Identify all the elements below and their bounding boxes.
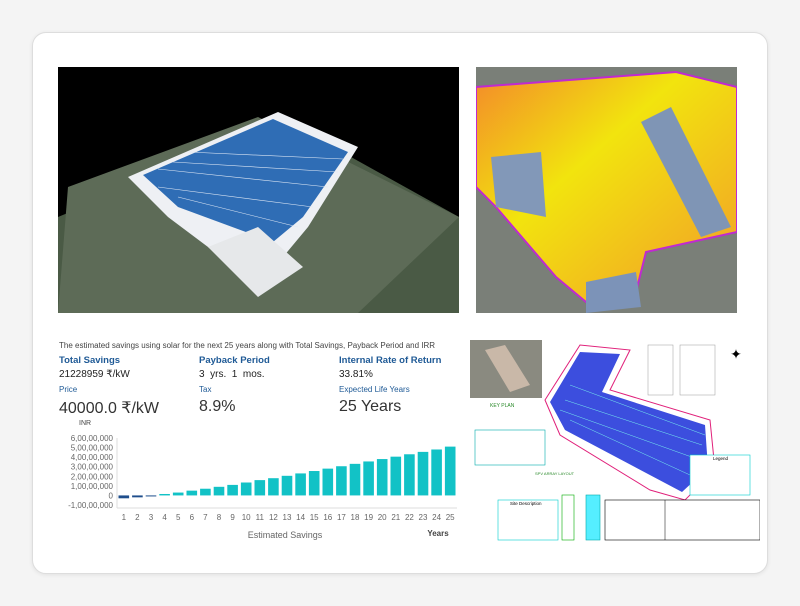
- x-tick-label: 8: [217, 513, 222, 522]
- x-tick-label: 14: [296, 513, 305, 522]
- bar-year-1: [118, 495, 129, 498]
- price-unit: INR: [79, 420, 159, 427]
- bar-year-14: [295, 473, 306, 495]
- x-tick-label: 16: [323, 513, 332, 522]
- x-tick-label: 4: [162, 513, 167, 522]
- compass-icon: ✦: [730, 346, 742, 362]
- x-tick-label: 19: [364, 513, 373, 522]
- x-axis-title: Estimated Savings: [248, 530, 323, 540]
- bar-year-11: [254, 480, 265, 495]
- x-tick-label: 11: [256, 513, 265, 522]
- heatmap-render: [476, 67, 737, 313]
- bar-year-3: [146, 495, 157, 496]
- y-tick-label: 1,00,00,000: [71, 482, 114, 491]
- x-tick-label: 21: [391, 513, 400, 522]
- bar-year-16: [322, 469, 333, 496]
- x-tick-label: 22: [405, 513, 414, 522]
- total-savings-value: 21228959 ₹/kW: [59, 369, 159, 380]
- site-description-label: Site Description: [510, 501, 542, 506]
- bar-year-23: [418, 452, 429, 496]
- life-value: 25 Years: [339, 398, 441, 416]
- y-tick-label: 0: [109, 491, 114, 500]
- x-tick-label: 23: [419, 513, 428, 522]
- y-tick-label: 3,00,00,000: [71, 463, 114, 472]
- y-tick-label: 4,00,00,000: [71, 453, 114, 462]
- irr-block: Internal Rate of Return 33.81% Expected …: [339, 355, 441, 416]
- solar-irradiance-heatmap: [476, 67, 737, 313]
- x-tick-label: 1: [122, 513, 127, 522]
- x-tick-label: 9: [230, 513, 235, 522]
- bar-year-13: [282, 476, 293, 496]
- x-tick-label: 25: [446, 513, 455, 522]
- y-tick-label: -1,00,00,000: [68, 501, 113, 510]
- irr-value: 33.81%: [339, 369, 441, 380]
- rooftop-3d-image: [58, 67, 459, 313]
- x-tick-label: 20: [378, 513, 387, 522]
- rooftop-3d-render: [58, 67, 459, 313]
- price-value: 40000.0 ₹/kW: [59, 398, 159, 418]
- key-plan-label: KEY PLAN: [490, 403, 515, 409]
- x-tick-label: 2: [135, 513, 140, 522]
- x-axis-unit: Years: [427, 529, 449, 538]
- payback-value: 3 yrs. 1 mos.: [199, 369, 270, 380]
- x-tick-label: 24: [432, 513, 441, 522]
- x-tick-label: 13: [283, 513, 292, 522]
- spv-layout-label: SPV ARRAY LAYOUT: [535, 471, 575, 476]
- bar-year-2: [132, 495, 143, 497]
- y-tick-label: 6,00,00,000: [71, 434, 114, 443]
- bar-year-4: [159, 494, 170, 495]
- x-tick-label: 10: [242, 513, 251, 522]
- life-label: Expected Life Years: [339, 385, 441, 394]
- payback-block: Payback Period 3 yrs. 1 mos. Tax 8.9%: [199, 355, 270, 416]
- bar-year-19: [363, 461, 374, 495]
- spv-layout-drawing: KEY PLAN ✦ SPV ARRAY LAYOUT Site Descrip…: [470, 340, 760, 545]
- x-tick-label: 6: [190, 513, 195, 522]
- bar-year-9: [227, 485, 238, 496]
- tax-value: 8.9%: [199, 398, 270, 416]
- bar-year-17: [336, 466, 347, 495]
- tax-label: Tax: [199, 385, 270, 394]
- bar-year-7: [200, 489, 211, 496]
- x-tick-label: 3: [149, 513, 154, 522]
- x-tick-label: 18: [351, 513, 360, 522]
- layout-drawing-render: KEY PLAN ✦ SPV ARRAY LAYOUT Site Descrip…: [470, 340, 760, 545]
- x-tick-label: 17: [337, 513, 346, 522]
- legend-label: Legend: [713, 456, 729, 461]
- y-tick-label: 2,00,00,000: [71, 472, 114, 481]
- y-tick-label: 5,00,00,000: [71, 444, 114, 453]
- irr-label: Internal Rate of Return: [339, 355, 441, 366]
- estimated-savings-chart: 6,00,00,0005,00,00,0004,00,00,0003,00,00…: [55, 430, 465, 545]
- bar-year-8: [214, 487, 225, 496]
- bar-year-24: [431, 449, 442, 495]
- savings-intro-text: The estimated savings using solar for th…: [59, 341, 435, 350]
- bar-year-22: [404, 454, 415, 495]
- bar-year-12: [268, 478, 279, 495]
- bar-year-18: [350, 464, 361, 496]
- total-savings-block: Total Savings 21228959 ₹/kW Price 40000.…: [59, 355, 159, 427]
- x-tick-label: 15: [310, 513, 319, 522]
- bar-year-6: [186, 491, 197, 496]
- bar-year-5: [173, 493, 184, 496]
- bar-year-15: [309, 471, 320, 495]
- x-tick-label: 5: [176, 513, 181, 522]
- bar-year-20: [377, 459, 388, 495]
- x-tick-label: 7: [203, 513, 208, 522]
- price-label: Price: [59, 385, 159, 394]
- bar-year-21: [390, 457, 401, 496]
- x-tick-label: 12: [269, 513, 278, 522]
- bar-year-10: [241, 483, 252, 496]
- total-savings-label: Total Savings: [59, 355, 159, 366]
- bar-year-25: [445, 447, 456, 496]
- payback-label: Payback Period: [199, 355, 270, 366]
